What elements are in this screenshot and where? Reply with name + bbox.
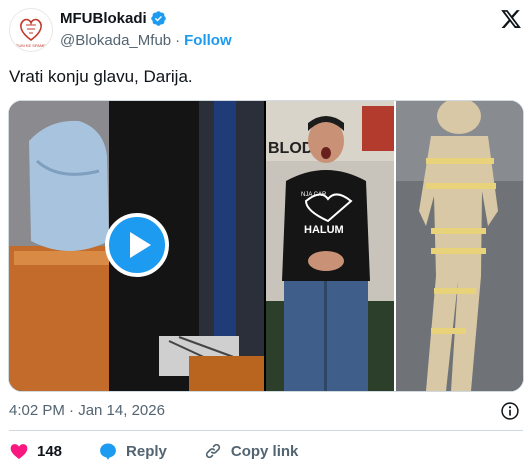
shirt-word: HALUM (304, 224, 344, 236)
play-button[interactable] (105, 213, 169, 277)
copy-link-label: Copy link (230, 442, 299, 460)
timestamp[interactable]: 4:02 PM · Jan 14, 2026 (9, 402, 165, 419)
follow-button[interactable]: Follow (184, 32, 232, 49)
author-name-row: MFUBlokadi (60, 10, 167, 27)
author-display-name[interactable]: MFUBlokadi (60, 10, 147, 27)
tweet-media[interactable]: BLODE NJA CAR HALUM (8, 100, 524, 392)
reply-label: Reply (126, 442, 167, 460)
reply-icon (100, 443, 116, 460)
avatar[interactable]: FRUM KE SPAMEN (9, 8, 53, 52)
separator-dot: · (175, 32, 181, 49)
likes-count: 148 (37, 442, 63, 460)
divider (9, 430, 523, 431)
video-thumbnail[interactable] (9, 101, 264, 391)
tweet-embed: FRUM KE SPAMEN MFUBlokadi @Blokada_Mfub … (0, 0, 532, 467)
tweet-text: Vrati konju glavu, Darija. (9, 67, 193, 86)
play-icon (130, 232, 151, 258)
action-bar: 148 Reply Copy link (9, 441, 298, 461)
avatar-caption: FRUM KE SPAMEN (13, 43, 49, 48)
link-icon (205, 443, 221, 459)
author-handle-row: @Blokada_Mfub · Follow (60, 32, 232, 49)
like-button[interactable]: 148 (9, 441, 62, 461)
reply-button[interactable]: Reply (98, 441, 167, 461)
heart-icon (10, 444, 28, 459)
verified-badge-icon (150, 10, 167, 27)
x-logo-icon[interactable] (500, 8, 522, 30)
photo-collage[interactable]: BLODE NJA CAR HALUM (266, 101, 523, 391)
author-handle[interactable]: @Blokada_Mfub (60, 32, 171, 49)
avatar-logo-icon: FRUM KE SPAMEN (10, 9, 52, 51)
copy-link-button[interactable]: Copy link (203, 441, 299, 461)
shirt-text: NJA CAR (301, 192, 327, 198)
info-icon[interactable] (500, 401, 520, 421)
